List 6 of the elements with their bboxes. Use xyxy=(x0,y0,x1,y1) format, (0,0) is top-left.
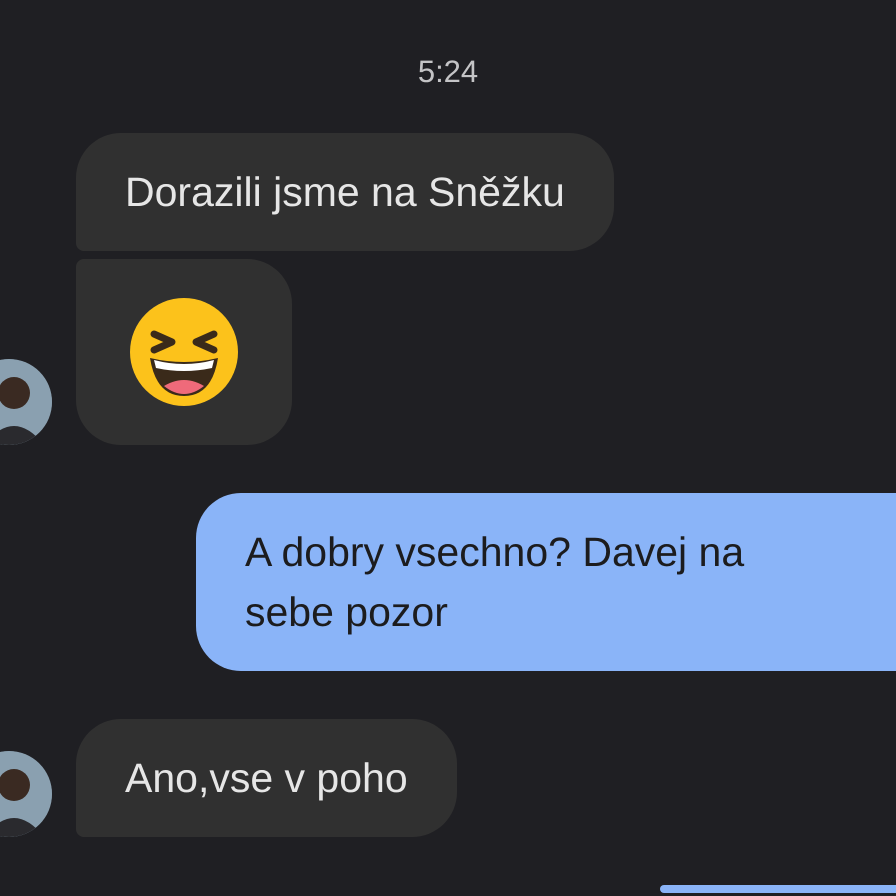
message-bubble[interactable]: Ano,vse v poho xyxy=(76,719,457,837)
laughing-face-icon xyxy=(128,296,240,408)
message-bubble[interactable] xyxy=(76,259,292,445)
message-bubble[interactable]: A dobry vsechno? Davej na sebe pozor xyxy=(196,493,896,671)
message-bubble[interactable]: Dorazili jsme na Sněžku xyxy=(76,133,614,251)
timestamp: 5:24 xyxy=(418,54,478,89)
